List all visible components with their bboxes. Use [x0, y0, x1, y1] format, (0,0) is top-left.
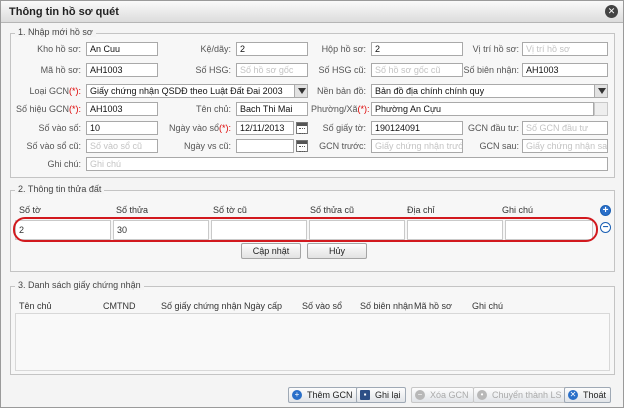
col-header-ma-ho-so: Mã hồ sơ	[414, 301, 452, 311]
close-circle-icon: ✕	[568, 390, 578, 400]
phuong-input[interactable]: Phường An Cựu	[371, 102, 594, 116]
ma-label: Mã hồ sơ:	[40, 65, 81, 75]
kho-label: Kho hồ sơ:	[37, 44, 81, 54]
col-header-so-thua: Số thửa	[116, 205, 149, 215]
loai-gcn-select[interactable]: Giấy chứng nhận QSDĐ theo Luật Đất Đai 2…	[86, 84, 308, 98]
loai-label: Loại GCN(*):	[29, 86, 81, 96]
section1-legend: 1. Nhập mới hồ sơ	[15, 27, 96, 37]
col-header-ghi-chu: Ghi chú	[502, 205, 534, 215]
chevron-down-icon[interactable]	[594, 85, 607, 97]
sohieu-label: Số hiệu GCN(*):	[15, 104, 81, 114]
col-header-ten-chu: Tên chủ	[19, 301, 52, 311]
col-header-cmtnd: CMTND	[103, 301, 136, 311]
col-header-so-vao-so: Số vào sổ	[302, 301, 343, 311]
gcnsau-label: GCN sau:	[479, 141, 519, 151]
ghichu-label: Ghi chú:	[47, 159, 81, 169]
vitri-input[interactable]: Vị trí hồ sơ	[522, 42, 608, 56]
tenchu-input[interactable]: Bach Thi Mai	[236, 102, 308, 116]
col-header-so-thua-cu: Số thửa cũ	[310, 205, 355, 215]
sogiayto-label: Số giấy tờ:	[322, 123, 366, 133]
dialog-title: Thông tin hồ sơ quét	[9, 6, 119, 18]
calendar-icon[interactable]	[296, 140, 308, 152]
certificate-list-section: 3. Danh sách giấy chứng nhận Tên chủ CMT…	[10, 280, 615, 375]
title-bar: Thông tin hồ sơ quét ✕	[1, 1, 623, 23]
sogiayto-input[interactable]: 190124091	[371, 121, 463, 135]
col-header-dia-chi: Địa chỉ	[407, 205, 435, 215]
save-icon: ▪	[360, 390, 370, 400]
update-button[interactable]: Cập nhật	[241, 243, 301, 259]
scan-record-dialog: Thông tin hồ sơ quét ✕ 1. Nhập mới hồ sơ…	[0, 0, 624, 408]
exit-button[interactable]: ✕ Thoát	[564, 387, 612, 403]
gcntruoc-label: GCN trước:	[319, 141, 366, 151]
gcndautu-label: GCN đầu tư:	[467, 123, 519, 133]
convert-ls-button[interactable]: • Chuyển thành LS	[473, 387, 567, 403]
add-gcn-button[interactable]: + Thêm GCN	[288, 387, 358, 403]
save-label: Ghi lại	[375, 390, 401, 400]
new-record-section: 1. Nhập mới hồ sơ Kho hồ sơ: An Cuu Kệ/d…	[10, 27, 615, 178]
hsgcu-input[interactable]: Số hồ sơ gốc cũ	[371, 63, 463, 77]
plus-circle-icon: +	[292, 390, 302, 400]
col-header-so-gcn: Số giấy chứng nhận	[161, 301, 242, 311]
delete-gcn-label: Xóa GCN	[430, 390, 469, 400]
bn-input[interactable]: AH1003	[522, 63, 608, 77]
nen-ban-do-select[interactable]: Bản đồ địa chính chính quy	[371, 84, 608, 98]
gcnsau-input[interactable]: Giấy chứng nhận sau	[522, 139, 608, 153]
save-button[interactable]: ▪ Ghi lại	[356, 387, 406, 403]
kho-input[interactable]: An Cuu	[86, 42, 158, 56]
add-gcn-label: Thêm GCN	[307, 390, 353, 400]
ke-label: Kệ/dãy:	[200, 44, 231, 54]
hsg-input[interactable]: Số hồ sơ gốc	[236, 63, 308, 77]
hsg-label: Số HSG:	[195, 65, 231, 75]
sohieu-input[interactable]: AH1003	[86, 102, 158, 116]
hop-input[interactable]: 2	[371, 42, 463, 56]
sovaoso-label: Số vào số:	[38, 123, 81, 133]
lightbulb-icon: •	[477, 390, 487, 400]
phuong-label: Phường/Xã(*):	[311, 104, 370, 114]
delete-gcn-button[interactable]: − Xóa GCN	[411, 387, 474, 403]
hsgcu-label: Số HSG cũ:	[318, 65, 366, 75]
bn-label: Số biên nhận:	[463, 65, 519, 75]
certificate-list-body	[15, 313, 610, 371]
land-parcel-section: 2. Thông tin thửa đất Số tờ Số thửa Số t…	[10, 184, 615, 272]
col-header-so-bien-nhan: Số biên nhận	[360, 301, 414, 311]
highlight-annotation	[13, 217, 598, 242]
ghichu-input[interactable]: Ghi chú	[86, 157, 608, 171]
remove-row-icon[interactable]: −	[600, 222, 611, 233]
chevron-down-icon[interactable]	[294, 85, 307, 97]
nen-value: Bản đồ địa chính chính quy	[375, 86, 485, 96]
minus-circle-icon: −	[415, 390, 425, 400]
sovaosocu-label: Số vào sổ cũ:	[26, 141, 81, 151]
ngayvaoso-label: Ngày vào sổ(*):	[168, 123, 231, 133]
loai-value: Giấy chứng nhận QSDĐ theo Luật Đất Đai 2…	[90, 86, 283, 96]
exit-label: Thoát	[583, 390, 607, 400]
close-icon[interactable]: ✕	[605, 5, 618, 18]
convert-ls-label: Chuyển thành LS	[492, 390, 562, 400]
section3-legend: 3. Danh sách giấy chứng nhận	[15, 280, 144, 290]
gcntruoc-input[interactable]: Giấy chứng nhận trước	[371, 139, 463, 153]
col-header-so-to: Số tờ	[19, 205, 41, 215]
add-row-icon[interactable]: +	[600, 205, 611, 216]
ke-input[interactable]: 2	[236, 42, 308, 56]
col-header-so-to-cu: Số tờ cũ	[213, 205, 247, 215]
vitri-label: Vị trí hồ sơ:	[472, 44, 519, 54]
col-header-ghi-chu: Ghi chú	[472, 301, 504, 311]
section2-legend: 2. Thông tin thửa đất	[15, 184, 105, 194]
hop-label: Hộp hồ sơ:	[321, 44, 366, 54]
sovaoso-input[interactable]: 10	[86, 121, 158, 135]
calendar-icon[interactable]	[296, 122, 308, 134]
cancel-button[interactable]: Hủy	[307, 243, 367, 259]
ngayvscu-input[interactable]	[236, 139, 294, 153]
ma-input[interactable]: AH1003	[86, 63, 158, 77]
sovaosocu-input[interactable]: Số vào sổ cũ	[86, 139, 158, 153]
gcndautu-input[interactable]: Số GCN đầu tư	[522, 121, 608, 135]
phuong-extra-box	[594, 102, 608, 116]
nen-label: Nền bản đồ:	[316, 86, 366, 96]
col-header-ngay-cap: Ngày cấp	[244, 301, 283, 311]
ngayvaoso-input[interactable]: 12/11/2013	[236, 121, 294, 135]
tenchu-label: Tên chủ:	[195, 104, 231, 114]
ngayvscu-label: Ngày vs cũ:	[183, 141, 231, 151]
